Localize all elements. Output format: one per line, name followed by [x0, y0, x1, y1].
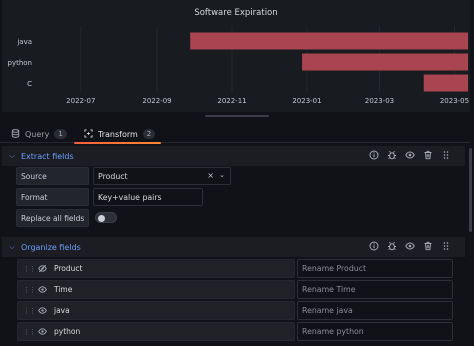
replace-all-label: Replace all fields — [16, 209, 89, 227]
extract-actions — [369, 150, 451, 162]
x-tick-label: 2022-07 — [66, 97, 95, 105]
info-icon[interactable] — [369, 241, 379, 253]
timeline-bar-java[interactable] — [190, 32, 469, 50]
drag-handle-icon[interactable]: ⋮⋮ — [23, 265, 36, 273]
organize-fields-title: Organize fields — [21, 242, 81, 252]
x-tick-label: 2023-01 — [292, 97, 321, 105]
organize-field-row[interactable]: ⋮⋮ Time — [17, 280, 295, 299]
extract-fields-header[interactable]: ⌵ Extract fields — [2, 146, 465, 166]
trash-icon[interactable] — [423, 241, 433, 253]
eye-icon[interactable] — [38, 306, 50, 315]
replace-all-toggle[interactable] — [95, 212, 117, 223]
editor-tabs: Query 1 Transform 2 — [0, 120, 470, 144]
category-label: python — [8, 59, 33, 67]
clear-icon[interactable]: × — [207, 171, 214, 180]
drag-handle-icon[interactable]: ⋮⋮ — [23, 286, 36, 294]
timeline-chart: java python C 2022-07 2022-09 2022-11 2023-01… — [8, 26, 469, 105]
organize-fields-header[interactable]: ⌵ Organize fields — [2, 237, 465, 257]
organize-actions — [369, 241, 451, 253]
organize-field-row[interactable]: ⋮⋮ java — [17, 301, 295, 320]
drag-handle-icon[interactable]: ⋮⋮ — [23, 307, 36, 315]
tab-query-label: Query — [25, 129, 50, 139]
tab-query-count: 1 — [54, 129, 67, 139]
database-icon — [11, 128, 20, 140]
organize-field-row[interactable]: ⋮⋮ python — [17, 322, 295, 341]
category-label: java — [16, 38, 32, 46]
format-select[interactable]: Key+value pairs — [93, 188, 203, 206]
eye-icon[interactable] — [405, 241, 415, 253]
debug-icon[interactable] — [387, 150, 397, 162]
eye-icon[interactable] — [38, 285, 50, 294]
eye-icon[interactable] — [405, 150, 415, 162]
info-icon[interactable] — [369, 150, 379, 162]
source-label: Source — [16, 167, 89, 185]
rename-field-input[interactable] — [297, 259, 453, 278]
eye-icon[interactable] — [38, 327, 50, 336]
x-tick-label: 2023-03 — [365, 97, 394, 105]
x-tick-label: 2022-11 — [217, 97, 246, 105]
eye-slash-icon[interactable] — [38, 264, 50, 273]
category-label: C — [27, 80, 32, 88]
toggle-knob — [98, 214, 105, 222]
tab-transform-label: Transform — [98, 129, 138, 139]
chart-panel: Software Expiration java python C 2022-07 2… — [2, 0, 470, 112]
field-name: java — [54, 306, 70, 315]
x-tick-label: 2023-05 — [440, 97, 469, 105]
extract-fields-title: Extract fields — [21, 151, 74, 161]
drag-handle-icon[interactable] — [441, 241, 451, 253]
transform-icon — [84, 128, 93, 140]
scrollbar[interactable] — [469, 148, 472, 232]
drag-handle-icon[interactable] — [441, 150, 451, 162]
source-value: Product — [98, 171, 128, 181]
format-value: Key+value pairs — [98, 192, 162, 202]
chevron-down-icon[interactable]: ⌄ — [219, 171, 225, 179]
organize-field-row[interactable]: ⋮⋮ Product — [17, 259, 295, 278]
format-label: Format — [16, 188, 89, 206]
panel-resize-handle[interactable] — [205, 115, 269, 117]
trash-icon[interactable] — [423, 150, 433, 162]
field-name: Time — [54, 285, 73, 294]
tab-transform-count: 2 — [142, 129, 156, 139]
rename-field-input[interactable] — [297, 301, 453, 320]
field-name: Product — [54, 264, 83, 273]
rename-field-input[interactable] — [297, 322, 453, 341]
x-tick-label: 2022-09 — [142, 97, 171, 105]
field-name: python — [54, 327, 81, 336]
drag-handle-icon[interactable]: ⋮⋮ — [23, 328, 36, 336]
source-select[interactable]: Product × ⌄ — [93, 167, 231, 185]
rename-field-input[interactable] — [297, 280, 453, 299]
debug-icon[interactable] — [387, 241, 397, 253]
chevron-down-icon[interactable]: ⌵ — [5, 152, 19, 161]
tab-query[interactable]: Query 1 — [11, 125, 67, 143]
timeline-bar-python[interactable] — [302, 53, 468, 71]
tab-transform[interactable]: Transform 2 — [73, 125, 162, 144]
timeline-bar-C[interactable] — [423, 74, 468, 92]
chevron-down-icon[interactable]: ⌵ — [5, 243, 19, 252]
